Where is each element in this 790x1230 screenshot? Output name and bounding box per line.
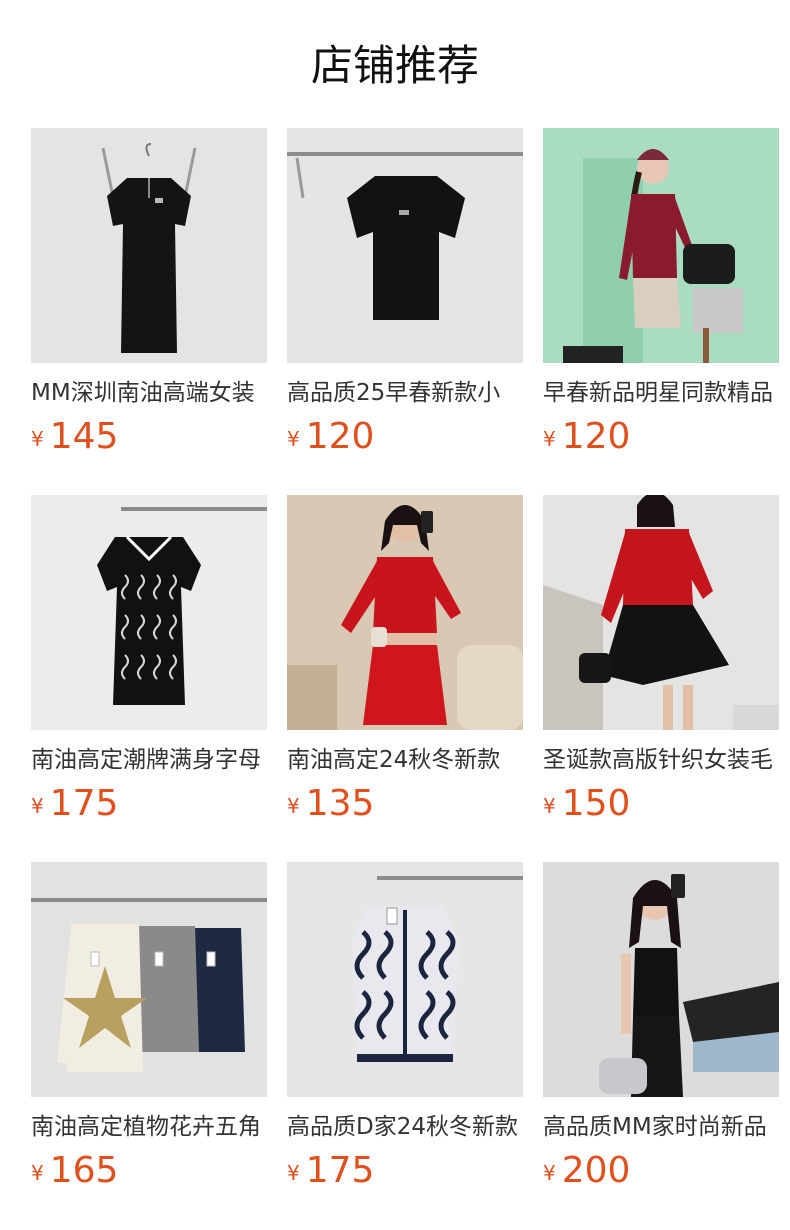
product-card[interactable]: 高品质25早春新款小 ¥120	[287, 128, 523, 468]
product-grid: MM深圳南油高端女装 ¥145 高品质25早春新款小 ¥120 早春新品明星同款…	[31, 128, 790, 1230]
product-card[interactable]: 早春新品明星同款精品 ¥120	[543, 128, 779, 468]
product-card[interactable]: 南油高定24秋冬新款 ¥135	[287, 495, 523, 835]
product-image[interactable]	[31, 128, 267, 363]
product-image[interactable]	[31, 495, 267, 730]
product-name[interactable]: 圣诞款高版针织女装毛	[543, 743, 779, 777]
product-card[interactable]: 南油高定潮牌满身字母 ¥175	[31, 495, 267, 835]
currency-symbol: ¥	[287, 427, 300, 451]
product-image[interactable]	[543, 495, 779, 730]
currency-symbol: ¥	[543, 794, 556, 818]
product-name[interactable]: 早春新品明星同款精品	[543, 376, 779, 410]
product-name[interactable]: 高品质D家24秋冬新款	[287, 1110, 523, 1144]
product-image[interactable]	[543, 128, 779, 363]
product-image[interactable]	[287, 495, 523, 730]
page-title: 店铺推荐	[310, 41, 479, 90]
currency-symbol: ¥	[543, 1161, 556, 1185]
product-image[interactable]	[287, 862, 523, 1097]
price-amount: 120	[305, 416, 375, 457]
product-name[interactable]: 南油高定潮牌满身字母	[31, 743, 267, 777]
product-price: ¥135	[287, 781, 374, 827]
product-name[interactable]: 南油高定植物花卉五角	[31, 1110, 267, 1144]
price-amount: 165	[49, 1150, 119, 1191]
price-amount: 175	[305, 1150, 375, 1191]
product-price: ¥120	[543, 414, 630, 460]
currency-symbol: ¥	[543, 427, 556, 451]
product-price: ¥145	[31, 414, 118, 460]
currency-symbol: ¥	[31, 1161, 44, 1185]
product-price: ¥150	[543, 781, 630, 827]
price-amount: 145	[49, 416, 119, 457]
price-amount: 120	[561, 416, 631, 457]
product-price: ¥120	[287, 414, 374, 460]
product-name[interactable]: 高品质25早春新款小	[287, 376, 523, 410]
product-price: ¥175	[287, 1148, 374, 1194]
currency-symbol: ¥	[287, 1161, 300, 1185]
product-card[interactable]: 南油高定植物花卉五角 ¥165	[31, 862, 267, 1202]
product-image[interactable]	[543, 862, 779, 1097]
price-amount: 135	[305, 783, 375, 824]
currency-symbol: ¥	[31, 427, 44, 451]
product-card[interactable]: MM深圳南油高端女装 ¥145	[31, 128, 267, 468]
currency-symbol: ¥	[287, 794, 300, 818]
price-amount: 150	[561, 783, 631, 824]
product-name[interactable]: 南油高定24秋冬新款	[287, 743, 523, 777]
product-name[interactable]: 高品质MM家时尚新品	[543, 1110, 779, 1144]
price-amount: 200	[561, 1150, 631, 1191]
product-card[interactable]: 高品质MM家时尚新品 ¥200	[543, 862, 779, 1202]
product-image[interactable]	[287, 128, 523, 363]
product-name[interactable]: MM深圳南油高端女装	[31, 376, 267, 410]
price-amount: 175	[49, 783, 119, 824]
currency-symbol: ¥	[31, 794, 44, 818]
product-card[interactable]: 圣诞款高版针织女装毛 ¥150	[543, 495, 779, 835]
product-image[interactable]	[31, 862, 267, 1097]
product-card[interactable]: 高品质D家24秋冬新款 ¥175	[287, 862, 523, 1202]
product-price: ¥200	[543, 1148, 630, 1194]
product-price: ¥165	[31, 1148, 118, 1194]
product-price: ¥175	[31, 781, 118, 827]
